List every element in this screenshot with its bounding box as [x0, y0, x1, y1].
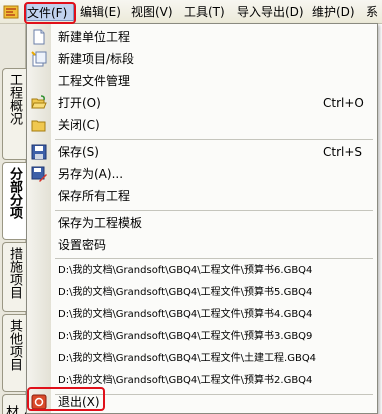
menu-item-new-project-section[interactable]: 新建项目/标段: [27, 48, 377, 70]
menu-item-project-file-management[interactable]: 工程文件管理: [27, 70, 377, 92]
menu-item-shortcut: Ctrl+S: [323, 145, 363, 159]
open-folder-icon: [31, 95, 47, 109]
menu-separator: [55, 139, 373, 140]
menu-item-set-password[interactable]: 设置密码: [27, 234, 377, 256]
menu-item-label: 关闭(C): [58, 118, 100, 132]
menu-item-save-as[interactable]: 另存为(A)...: [27, 163, 377, 185]
file-menu-dropdown: 新建单位工程 新建项目/标段 工程文件管理 打开(O) Ctrl+O 关闭(C): [26, 23, 378, 414]
menu-item-label: 新建项目/标段: [58, 52, 135, 66]
menu-item-label: 保存为工程模板: [58, 216, 143, 230]
menu-view[interactable]: 视图(V): [131, 3, 173, 21]
tab-subdivision[interactable]: 分部分项: [2, 162, 26, 240]
menu-item-label: 保存(S): [58, 145, 99, 159]
tab-labor-materials[interactable]: 人材: [2, 394, 33, 414]
recent-file-item[interactable]: D:\我的文档\Grandsoft\GBQ4\工程文件\预算书5.GBQ4: [27, 282, 377, 304]
menu-item-save[interactable]: 保存(S) Ctrl+S: [27, 141, 377, 163]
menu-item-shortcut: Ctrl+O: [323, 96, 364, 110]
menu-item-save-all[interactable]: 保存所有工程: [27, 185, 377, 207]
menu-item-label: 打开(O): [58, 96, 101, 110]
menu-item-label: 退出(X): [58, 395, 100, 409]
menu-item-label: 保存所有工程: [58, 189, 131, 203]
menu-separator: [55, 258, 373, 259]
side-tab-strip: 工程概况 分部分项 措施项目 其他项目 人材: [0, 24, 33, 414]
menu-edit[interactable]: 编辑(E): [80, 3, 121, 21]
menu-bar: 文件(F) 编辑(E) 视图(V) 工具(T) 导入导出(D) 维护(D) 系: [0, 0, 382, 24]
menu-item-label: 另存为(A)...: [58, 167, 124, 181]
tab-label: 其他项目: [7, 319, 22, 371]
menu-import-export[interactable]: 导入导出(D): [237, 3, 304, 21]
tab-label: 工程概况: [7, 73, 22, 125]
tab-label: 分部分项: [7, 167, 22, 219]
menu-item-close[interactable]: 关闭(C): [27, 114, 377, 136]
recent-file-item[interactable]: D:\我的文档\Grandsoft\GBQ4\工程文件\土建工程.GBQ4: [27, 348, 377, 370]
menu-item-label: 设置密码: [58, 238, 107, 252]
menu-item-save-as-template[interactable]: 保存为工程模板: [27, 212, 377, 234]
recent-file-path: D:\我的文档\Grandsoft\GBQ4\工程文件\预算书3.GBQ9: [58, 331, 313, 342]
exit-icon: [31, 394, 47, 410]
new-file-icon: [33, 29, 45, 45]
menu-maintenance[interactable]: 维护(D): [312, 3, 355, 21]
recent-file-path: D:\我的文档\Grandsoft\GBQ4\工程文件\预算书4.GBQ4: [58, 309, 313, 320]
recent-file-item[interactable]: D:\我的文档\Grandsoft\GBQ4\工程文件\预算书6.GBQ4: [27, 260, 377, 282]
save-icon: [31, 144, 47, 160]
menu-item-exit[interactable]: 退出(X): [27, 391, 377, 413]
recent-file-path: D:\我的文档\Grandsoft\GBQ4\工程文件\预算书5.GBQ4: [58, 287, 313, 298]
recent-file-item[interactable]: D:\我的文档\Grandsoft\GBQ4\工程文件\预算书4.GBQ4: [27, 304, 377, 326]
menu-item-new-unit-project[interactable]: 新建单位工程: [27, 26, 377, 48]
menu-item-label: 新建单位工程: [58, 30, 131, 44]
tab-other-items[interactable]: 其他项目: [2, 314, 26, 392]
menu-tools[interactable]: 工具(T): [184, 3, 225, 21]
save-as-icon: [31, 166, 47, 182]
tab-project-overview[interactable]: 工程概况: [2, 68, 26, 160]
menu-system[interactable]: 系: [366, 3, 378, 21]
menu-item-open[interactable]: 打开(O) Ctrl+O: [27, 92, 377, 114]
recent-file-item[interactable]: D:\我的文档\Grandsoft\GBQ4\工程文件\预算书3.GBQ9: [27, 326, 377, 348]
tab-label: 措施项目: [7, 247, 22, 299]
menu-item-label: 工程文件管理: [58, 74, 131, 88]
folder-icon: [31, 120, 46, 132]
app-icon: [3, 5, 19, 19]
recent-file-path: D:\我的文档\Grandsoft\GBQ4\工程文件\土建工程.GBQ4: [58, 353, 317, 364]
menu-separator: [55, 210, 373, 211]
tab-measures[interactable]: 措施项目: [2, 242, 26, 312]
recent-file-item[interactable]: D:\我的文档\Grandsoft\GBQ4\工程文件\预算书2.GBQ4: [27, 370, 377, 392]
recent-file-path: D:\我的文档\Grandsoft\GBQ4\工程文件\预算书6.GBQ4: [58, 265, 313, 276]
menu-file[interactable]: 文件(F): [26, 3, 74, 21]
new-project-icon: [31, 51, 47, 67]
recent-file-path: D:\我的文档\Grandsoft\GBQ4\工程文件\预算书2.GBQ4: [58, 375, 313, 386]
